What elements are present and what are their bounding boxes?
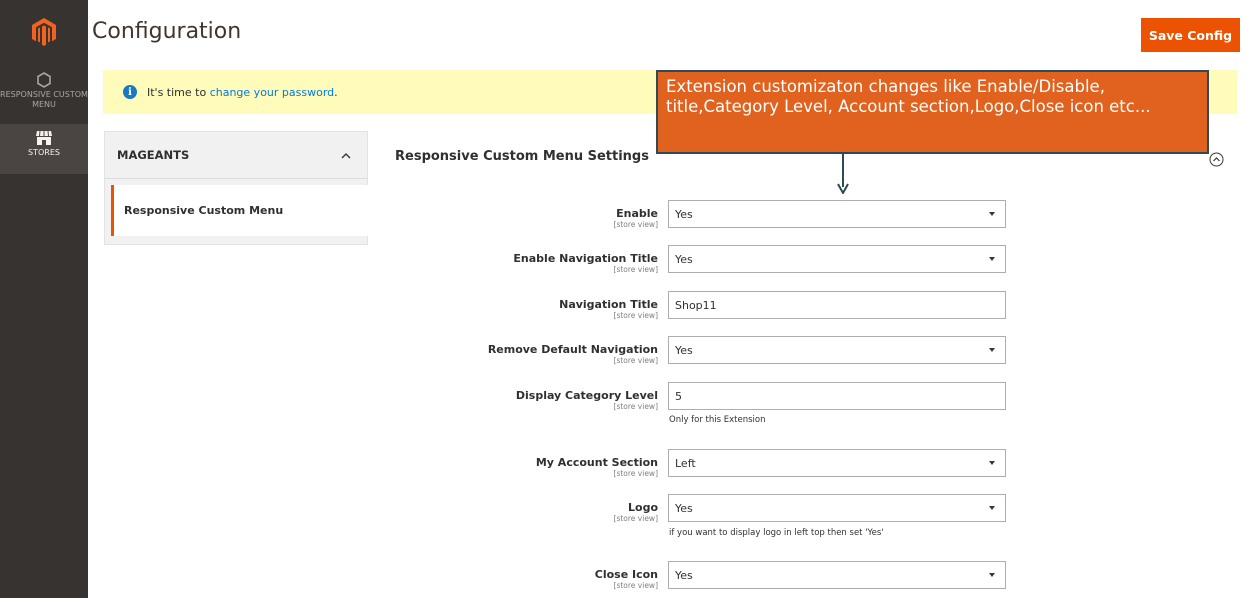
close-icon-select[interactable]: Yes <box>668 561 1006 589</box>
scope-label: [store view] <box>613 220 658 229</box>
enable-navigation-title-select[interactable]: Yes <box>668 245 1006 273</box>
field-label-enable-navigation-title: Enable Navigation Title [store view] <box>513 252 658 274</box>
dropdown-arrow-icon <box>989 257 995 261</box>
field-label-enable: Enable [store view] <box>613 207 658 229</box>
nav-item-responsive-custom-menu[interactable]: RESPONSIVE CUSTOM MENU <box>0 72 88 122</box>
field-label-display-category-level: Display Category Level [store view] <box>515 389 658 411</box>
scope-label: [store view] <box>613 469 658 478</box>
magento-logo[interactable] <box>0 0 88 64</box>
annotation-callout: Extension customizaton changes like Enab… <box>656 70 1209 154</box>
dropdown-arrow-icon <box>989 212 995 216</box>
tab-group-mageants[interactable]: MAGEANTS <box>105 132 367 179</box>
scope-label: [store view] <box>613 581 658 590</box>
save-config-button[interactable]: Save Config <box>1141 18 1240 52</box>
arrow-down-icon <box>837 154 849 194</box>
dropdown-arrow-icon <box>989 461 995 465</box>
field-label-close-icon: Close Icon [store view] <box>594 568 658 590</box>
enable-select[interactable]: Yes <box>668 200 1006 228</box>
notice-prefix: It's time to <box>147 85 210 99</box>
navigation-title-input[interactable]: Shop11 <box>668 291 1006 319</box>
field-label-navigation-title: Navigation Title [store view] <box>559 298 658 320</box>
page-title: Configuration <box>92 19 242 44</box>
scope-label: [store view] <box>613 356 658 365</box>
my-account-section-select[interactable]: Left <box>668 449 1006 477</box>
field-note: Only for this Extension <box>669 415 766 425</box>
dropdown-arrow-icon <box>989 506 995 510</box>
nav-item-stores[interactable]: STORES <box>0 124 88 174</box>
config-tabs: MAGEANTS Responsive Custom Menu <box>104 131 368 245</box>
logo-select[interactable]: Yes <box>668 494 1006 522</box>
magento-logo-icon <box>32 18 56 46</box>
notice-suffix: . <box>334 85 338 99</box>
scope-label: [store view] <box>613 514 658 523</box>
nav-item-label: RESPONSIVE CUSTOM MENU <box>0 90 88 109</box>
field-label-logo: Logo [store view] <box>613 501 658 523</box>
notice-text: It's time to change your password. <box>147 86 338 99</box>
hexagon-icon <box>37 72 51 88</box>
store-icon <box>36 130 52 145</box>
info-icon: i <box>123 85 137 99</box>
tab-item-label: Responsive Custom Menu <box>124 204 284 217</box>
scope-label: [store view] <box>613 265 658 274</box>
display-category-level-input[interactable]: 5 <box>668 382 1006 410</box>
remove-default-navigation-select[interactable]: Yes <box>668 336 1006 364</box>
admin-sidebar: RESPONSIVE CUSTOM MENU STORES <box>0 0 88 598</box>
section-title[interactable]: Responsive Custom Menu Settings <box>395 149 649 164</box>
field-label-my-account-section: My Account Section [store view] <box>535 456 658 478</box>
change-password-link[interactable]: change your password <box>210 86 334 99</box>
tab-group-label: MAGEANTS <box>117 148 190 162</box>
field-label-remove-default-navigation: Remove Default Navigation [store view] <box>487 343 658 365</box>
scope-label: [store view] <box>613 311 658 320</box>
chevron-up-icon <box>341 152 351 158</box>
tab-responsive-custom-menu[interactable]: Responsive Custom Menu <box>111 185 368 236</box>
field-note: if you want to display logo in left top … <box>669 528 884 538</box>
nav-item-label: STORES <box>28 148 60 157</box>
dropdown-arrow-icon <box>989 348 995 352</box>
dropdown-arrow-icon <box>989 573 995 577</box>
scope-label: [store view] <box>613 402 658 411</box>
collapse-circle-icon[interactable] <box>1209 152 1224 167</box>
